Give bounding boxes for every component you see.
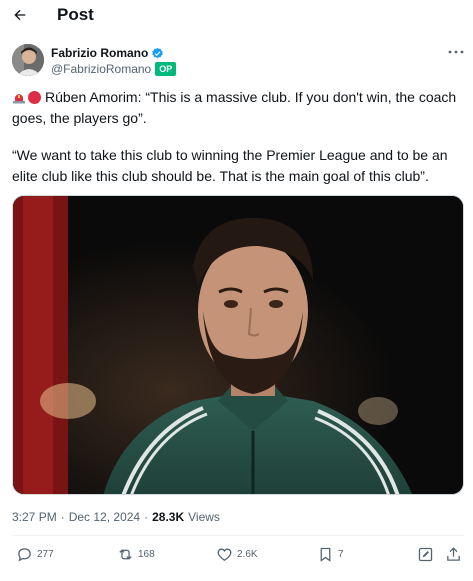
like-button[interactable]: 2.6K bbox=[216, 546, 258, 563]
bookmark-count: 7 bbox=[338, 549, 344, 560]
action-bar: 277 168 2.6K 7 bbox=[0, 546, 473, 568]
arrow-left-icon bbox=[14, 9, 26, 21]
more-icon bbox=[448, 50, 464, 54]
meta-separator: · bbox=[60, 510, 65, 524]
author-line: Fabrizio Romano bbox=[51, 46, 164, 60]
op-badge: OP bbox=[155, 62, 177, 76]
post-date[interactable]: Dec 12, 2024 bbox=[69, 510, 140, 524]
tweet-text-paragraph-1: Rúben Amorim: “This is a massive club. I… bbox=[12, 87, 467, 129]
repost-count: 168 bbox=[138, 549, 155, 560]
red-circle-emoji-icon bbox=[28, 91, 41, 104]
reply-icon bbox=[18, 548, 31, 562]
siren-emoji-icon bbox=[13, 94, 25, 104]
bookmark-icon bbox=[320, 547, 331, 562]
page-title: Post bbox=[57, 5, 94, 24]
views-count: 28.3K bbox=[152, 510, 185, 524]
edit-icon bbox=[418, 547, 433, 562]
tweet-text-line-1: Rúben Amorim: “This is a massive club. I… bbox=[12, 89, 457, 126]
heart-icon bbox=[217, 548, 232, 561]
bookmark-button[interactable]: 7 bbox=[317, 546, 344, 563]
like-count: 2.6K bbox=[237, 549, 258, 560]
tweet-text-paragraph-2: “We want to take this club to winning th… bbox=[12, 147, 448, 184]
repost-button[interactable]: 168 bbox=[117, 546, 155, 563]
share-button[interactable] bbox=[445, 546, 462, 563]
verified-badge-icon bbox=[152, 47, 164, 58]
reply-count: 277 bbox=[37, 549, 54, 560]
share-icon bbox=[447, 547, 460, 561]
divider bbox=[12, 535, 464, 536]
post-time[interactable]: 3:27 PM bbox=[12, 510, 57, 524]
photo-illustration bbox=[13, 196, 463, 494]
author-name[interactable]: Fabrizio Romano bbox=[51, 46, 148, 60]
handle-line: @FabrizioRomano OP bbox=[51, 62, 177, 76]
top-bar: Post bbox=[0, 0, 473, 30]
avatar[interactable] bbox=[12, 44, 44, 76]
views-label: Views bbox=[188, 510, 220, 524]
more-button[interactable] bbox=[447, 46, 465, 58]
post-meta: 3:27 PM · Dec 12, 2024 · 28.3K Views bbox=[12, 510, 220, 524]
edit-button[interactable] bbox=[417, 546, 434, 563]
tweet-photo[interactable] bbox=[12, 195, 464, 495]
reply-button[interactable]: 277 bbox=[16, 546, 54, 563]
meta-separator-2: · bbox=[144, 510, 149, 524]
back-button[interactable] bbox=[10, 5, 30, 25]
author-handle[interactable]: @FabrizioRomano bbox=[51, 62, 151, 76]
repost-icon bbox=[119, 549, 132, 560]
